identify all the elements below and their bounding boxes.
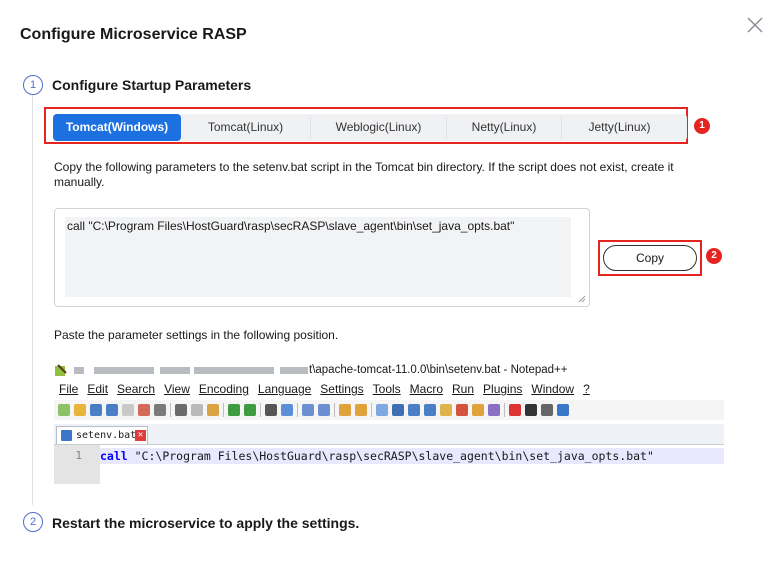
redo-icon[interactable]	[244, 404, 256, 416]
step-1-title: Configure Startup Parameters	[52, 77, 252, 93]
menu-language[interactable]: Language	[258, 382, 311, 398]
redacted-text	[280, 367, 308, 374]
copy-icon[interactable]	[191, 404, 203, 416]
doc-map-icon[interactable]	[440, 404, 452, 416]
tab-tomcat-linux[interactable]: Tomcat(Linux)	[181, 114, 311, 141]
replace-icon[interactable]	[281, 404, 293, 416]
redacted-text	[194, 367, 274, 374]
stop-macro-icon[interactable]	[525, 404, 537, 416]
menu-file[interactable]: File	[59, 382, 78, 398]
annotation-badge-2: 2	[706, 248, 722, 264]
word-wrap-icon[interactable]	[376, 404, 388, 416]
tab-jetty-linux[interactable]: Jetty(Linux)	[562, 114, 677, 141]
toolbar-divider	[260, 403, 261, 417]
step-connector-line	[32, 95, 33, 505]
notepad-app-icon	[55, 364, 67, 376]
play-macro-icon[interactable]	[541, 404, 553, 416]
monitoring-icon[interactable]	[488, 404, 500, 416]
notepad-toolbar	[54, 400, 724, 420]
redacted-text	[74, 367, 84, 374]
line-number-gutter: 1	[54, 445, 100, 484]
print-icon[interactable]	[154, 404, 166, 416]
close-all-icon[interactable]	[138, 404, 150, 416]
notepad-editor[interactable]: 1 call "C:\Program Files\HostGuard\rasp\…	[54, 445, 724, 484]
open-file-icon[interactable]	[74, 404, 86, 416]
toolbar-divider	[504, 403, 505, 417]
menu-plugins[interactable]: Plugins	[483, 382, 522, 398]
toolbar-divider	[334, 403, 335, 417]
tab-weblogic-linux[interactable]: Weblogic(Linux)	[311, 114, 447, 141]
instruction-text: Copy the following parameters to the set…	[54, 160, 674, 189]
sync-h-icon[interactable]	[355, 404, 367, 416]
udl-icon[interactable]	[424, 404, 436, 416]
parameter-code-box: call "C:\Program Files\HostGuard\rasp\se…	[54, 208, 590, 307]
notepad-title-text: t\apache-tomcat-11.0.0\bin\setenv.bat - …	[309, 364, 568, 376]
record-macro-icon[interactable]	[509, 404, 521, 416]
file-tab-setenv[interactable]: setenv.bat ✕	[56, 426, 148, 444]
find-icon[interactable]	[265, 404, 277, 416]
function-list-icon[interactable]	[456, 404, 468, 416]
menu-window[interactable]: Window	[531, 382, 574, 398]
step-1-number: 1	[23, 75, 43, 95]
tab-tomcat-windows[interactable]: Tomcat(Windows)	[53, 114, 181, 141]
save-icon[interactable]	[90, 404, 102, 416]
notepad-tabbar: setenv.bat ✕	[54, 424, 724, 445]
tab-netty-linux[interactable]: Netty(Linux)	[447, 114, 562, 141]
paste-instruction: Paste the parameter settings in the foll…	[54, 328, 339, 342]
tabs-highlight-box: Tomcat(Windows) Tomcat(Linux) Weblogic(L…	[44, 107, 688, 144]
code-argument: "C:\Program Files\HostGuard\rasp\secRASP…	[127, 449, 654, 463]
toolbar-divider	[170, 403, 171, 417]
editor-code-line: call "C:\Program Files\HostGuard\rasp\se…	[100, 449, 654, 463]
saved-file-icon	[61, 430, 72, 441]
file-tab-label: setenv.bat	[76, 430, 137, 441]
redacted-text	[94, 367, 154, 374]
notepad-menubar: File Edit Search View Encoding Language …	[54, 382, 594, 398]
server-type-tabs: Tomcat(Windows) Tomcat(Linux) Weblogic(L…	[53, 114, 687, 141]
menu-view[interactable]: View	[164, 382, 190, 398]
indent-guide-icon[interactable]	[408, 404, 420, 416]
dialog-title: Configure Microservice RASP	[20, 26, 247, 43]
zoom-out-icon[interactable]	[318, 404, 330, 416]
step-2-number: 2	[23, 512, 43, 532]
code-keyword: call	[100, 449, 128, 463]
step-2-title: Restart the microservice to apply the se…	[52, 515, 360, 531]
menu-encoding[interactable]: Encoding	[199, 382, 249, 398]
zoom-in-icon[interactable]	[302, 404, 314, 416]
notepad-titlebar: t\apache-tomcat-11.0.0\bin\setenv.bat - …	[54, 362, 724, 380]
menu-macro[interactable]: Macro	[410, 382, 443, 398]
paste-icon[interactable]	[207, 404, 219, 416]
undo-icon[interactable]	[228, 404, 240, 416]
copy-button[interactable]: Copy	[603, 245, 697, 271]
close-file-icon[interactable]	[122, 404, 134, 416]
menu-edit[interactable]: Edit	[87, 382, 108, 398]
resize-handle-icon[interactable]	[578, 295, 586, 303]
run-macro-icon[interactable]	[557, 404, 569, 416]
menu-tools[interactable]: Tools	[373, 382, 401, 398]
redacted-text	[160, 367, 190, 374]
menu-search[interactable]: Search	[117, 382, 155, 398]
toolbar-divider	[297, 403, 298, 417]
show-all-chars-icon[interactable]	[392, 404, 404, 416]
sync-v-icon[interactable]	[339, 404, 351, 416]
save-all-icon[interactable]	[106, 404, 118, 416]
close-icon[interactable]	[744, 14, 766, 36]
menu-help[interactable]: ?	[583, 382, 590, 398]
toolbar-divider	[223, 403, 224, 417]
code-content: call "C:\Program Files\HostGuard\rasp\se…	[65, 217, 571, 297]
cut-icon[interactable]	[175, 404, 187, 416]
menu-settings[interactable]: Settings	[320, 382, 363, 398]
line-number: 1	[75, 449, 82, 462]
folder-workspace-icon[interactable]	[472, 404, 484, 416]
tab-close-icon[interactable]: ✕	[135, 430, 146, 441]
notepad-screenshot: t\apache-tomcat-11.0.0\bin\setenv.bat - …	[54, 362, 724, 484]
copy-highlight-box: Copy	[598, 240, 702, 276]
menu-run[interactable]: Run	[452, 382, 474, 398]
toolbar-divider	[371, 403, 372, 417]
new-file-icon[interactable]	[58, 404, 70, 416]
code-value: call "C:\Program Files\HostGuard\rasp\se…	[67, 219, 515, 233]
annotation-badge-1: 1	[694, 118, 710, 134]
